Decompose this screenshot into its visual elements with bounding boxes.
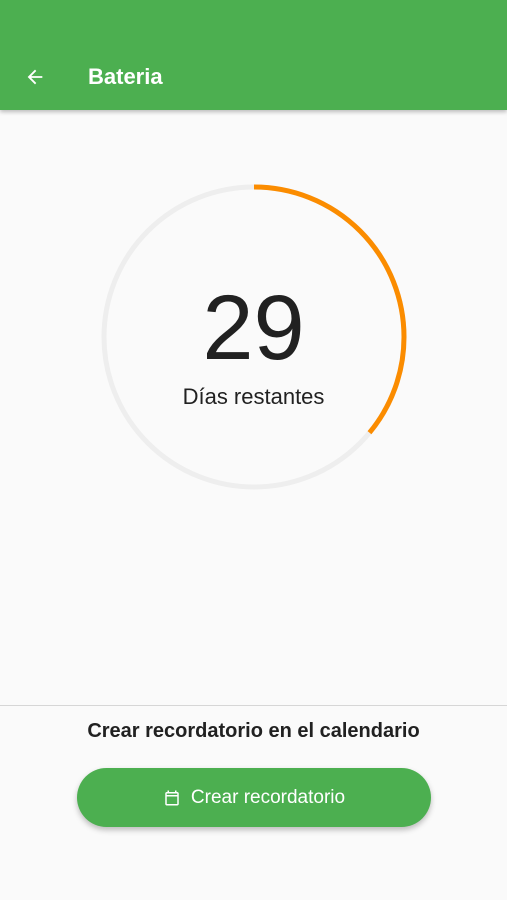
divider: [0, 705, 507, 706]
calendar-icon: [165, 790, 179, 805]
page-title: Bateria: [88, 64, 163, 89]
reminder-section-title: Crear recordatorio en el calendario: [87, 720, 420, 742]
arrow-left-icon: [27, 69, 43, 85]
app-bar: Bateria: [0, 0, 507, 110]
back-button[interactable]: [16, 58, 54, 96]
days-remaining-label: Días restantes: [182, 384, 325, 409]
create-reminder-button-label: Crear recordatorio: [190, 786, 346, 808]
days-remaining-value: 29: [202, 277, 305, 379]
create-reminder-button[interactable]: Crear recordatorio: [77, 768, 431, 827]
